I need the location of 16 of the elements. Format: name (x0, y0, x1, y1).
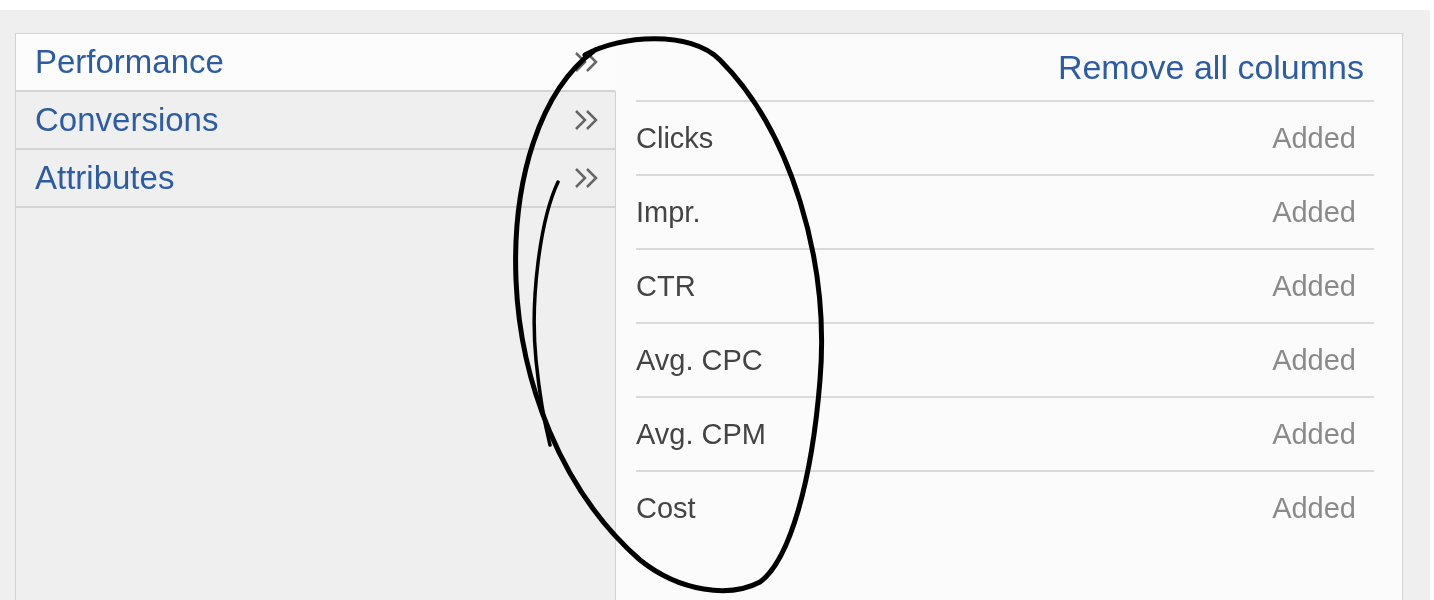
added-status: Added (1272, 491, 1356, 525)
category-tab[interactable]: Conversions (16, 92, 616, 150)
category-tab[interactable]: Attributes (16, 150, 616, 208)
added-status: Added (1272, 195, 1356, 229)
category-tab[interactable]: Performance (16, 34, 616, 92)
column-name: CTR (636, 269, 696, 303)
column-name: Cost (636, 491, 696, 525)
column-name: Avg. CPC (636, 343, 763, 377)
column-name: Impr. (636, 195, 701, 229)
remove-all-link[interactable]: Remove all columns (1057, 48, 1374, 100)
column-name: Clicks (636, 121, 714, 155)
column-name: Avg. CPM (636, 417, 766, 451)
added-status: Added (1272, 269, 1356, 303)
added-status: Added (1272, 417, 1356, 451)
added-status: Added (1272, 121, 1356, 155)
added-status: Added (1272, 343, 1356, 377)
